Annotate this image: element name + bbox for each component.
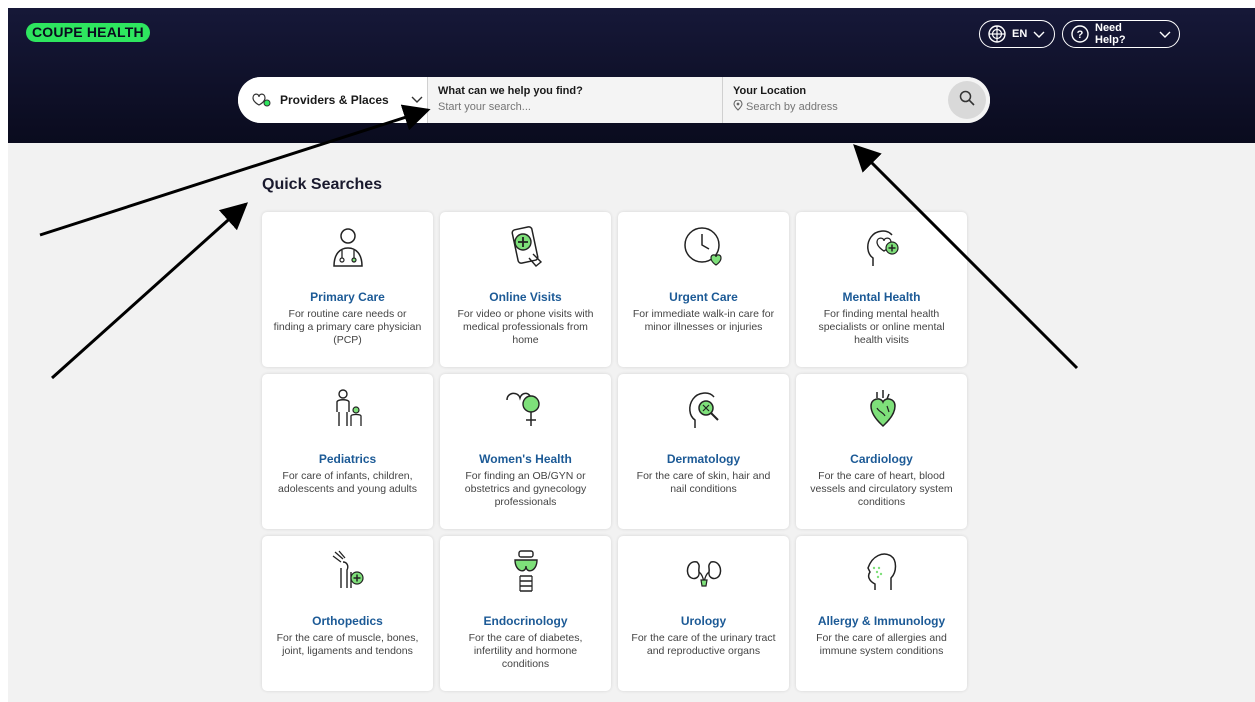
card-title: Allergy & Immunology [817,614,946,628]
find-label: What can we help you find? [438,85,583,97]
location-field: Your Location [723,77,990,123]
clock-heart-icon [681,224,727,270]
language-label: EN [1012,28,1028,40]
search-button[interactable] [948,81,986,119]
card-title: Urgent Care [669,290,738,304]
card-title: Orthopedics [312,614,383,628]
site-header: COUPE HEALTH EN ? Need Help? Providers &… [8,8,1255,143]
thyroid-icon [503,548,549,594]
head-plus-icon [859,224,905,270]
quick-search-card[interactable]: Urology For the care of the urinary trac… [618,536,789,691]
chevron-down-icon [1033,30,1045,38]
globe-icon [988,25,1006,43]
head-magnifier-icon [681,386,727,432]
search-icon [959,90,975,111]
quick-search-card[interactable]: Online Visits For video or phone visits … [440,212,611,367]
card-description: For the care of the urinary tract and re… [631,632,776,657]
heart-organ-icon [859,386,905,432]
parent-child-icon [325,386,371,432]
card-description: For routine care needs or finding a prim… [273,308,422,346]
chevron-down-icon [411,93,423,107]
quick-search-card[interactable]: Women's Health For finding an OB/GYN or … [440,374,611,529]
card-description: For the care of allergies and immune sys… [816,632,947,657]
card-title: Women's Health [479,452,572,466]
help-button[interactable]: ? Need Help? [1062,20,1180,48]
search-bar: Providers & Places What can we help you … [238,77,990,123]
quick-search-card[interactable]: Urgent Care For immediate walk-in care f… [618,212,789,367]
card-description: For finding mental health specialists or… [818,308,945,346]
quick-searches-title: Quick Searches [262,176,383,193]
card-title: Online Visits [489,290,562,304]
search-type-label: Providers & Places [280,93,389,107]
head-sneeze-icon [859,548,905,594]
card-description: For the care of diabetes, infertility an… [468,632,583,670]
quick-search-card[interactable]: Dermatology For the care of skin, hair a… [618,374,789,529]
card-title: Mental Health [842,290,921,304]
page-frame: COUPE HEALTH EN ? Need Help? Providers &… [8,8,1255,702]
card-description: For the care of muscle, bones, joint, li… [276,632,419,657]
quick-search-card[interactable]: Primary Care For routine care needs or f… [262,212,433,367]
phone-medical-icon [503,224,549,270]
search-type-dropdown[interactable]: Providers & Places [238,77,428,123]
quick-search-card[interactable]: Mental Health For finding mental health … [796,212,967,367]
heart-female-icon [503,386,549,432]
card-title: Urology [680,614,727,628]
svg-text:?: ? [1077,29,1084,41]
card-description: For immediate walk-in care for minor ill… [632,308,775,333]
search-input[interactable] [438,101,698,113]
stethoscope-heart-icon [250,90,272,111]
logo[interactable]: COUPE HEALTH [26,23,150,42]
quick-search-card[interactable]: Cardiology For the care of heart, blood … [796,374,967,529]
quick-search-card[interactable]: Endocrinology For the care of diabetes, … [440,536,611,691]
quick-search-card[interactable]: Pediatrics For care of infants, children… [262,374,433,529]
quick-search-card[interactable]: Allergy & Immunology For the care of all… [796,536,967,691]
help-label: Need Help? [1095,22,1126,46]
card-description: For the care of heart, blood vessels and… [810,470,953,508]
question-icon: ? [1071,25,1089,43]
card-title: Dermatology [666,452,741,466]
card-description: For the care of skin, hair and nail cond… [636,470,771,495]
joint-icon [325,548,371,594]
card-title: Pediatrics [318,452,377,466]
card-title: Endocrinology [483,614,568,628]
quick-search-card[interactable]: Orthopedics For the care of muscle, bone… [262,536,433,691]
card-title: Cardiology [850,452,913,466]
card-description: For finding an OB/GYN or obstetrics and … [464,470,587,508]
doctor-icon [325,224,371,270]
location-input[interactable] [746,101,926,113]
location-pin-icon [733,98,743,116]
chevron-down-icon [1159,30,1171,38]
find-field: What can we help you find? [428,77,723,123]
card-description: For video or phone visits with medical p… [457,308,594,346]
quick-search-grid: Primary Care For routine care needs or f… [262,212,967,691]
kidneys-icon [681,548,727,594]
language-button[interactable]: EN [979,20,1055,48]
card-description: For care of infants, children, adolescen… [278,470,417,495]
card-title: Primary Care [310,290,385,304]
